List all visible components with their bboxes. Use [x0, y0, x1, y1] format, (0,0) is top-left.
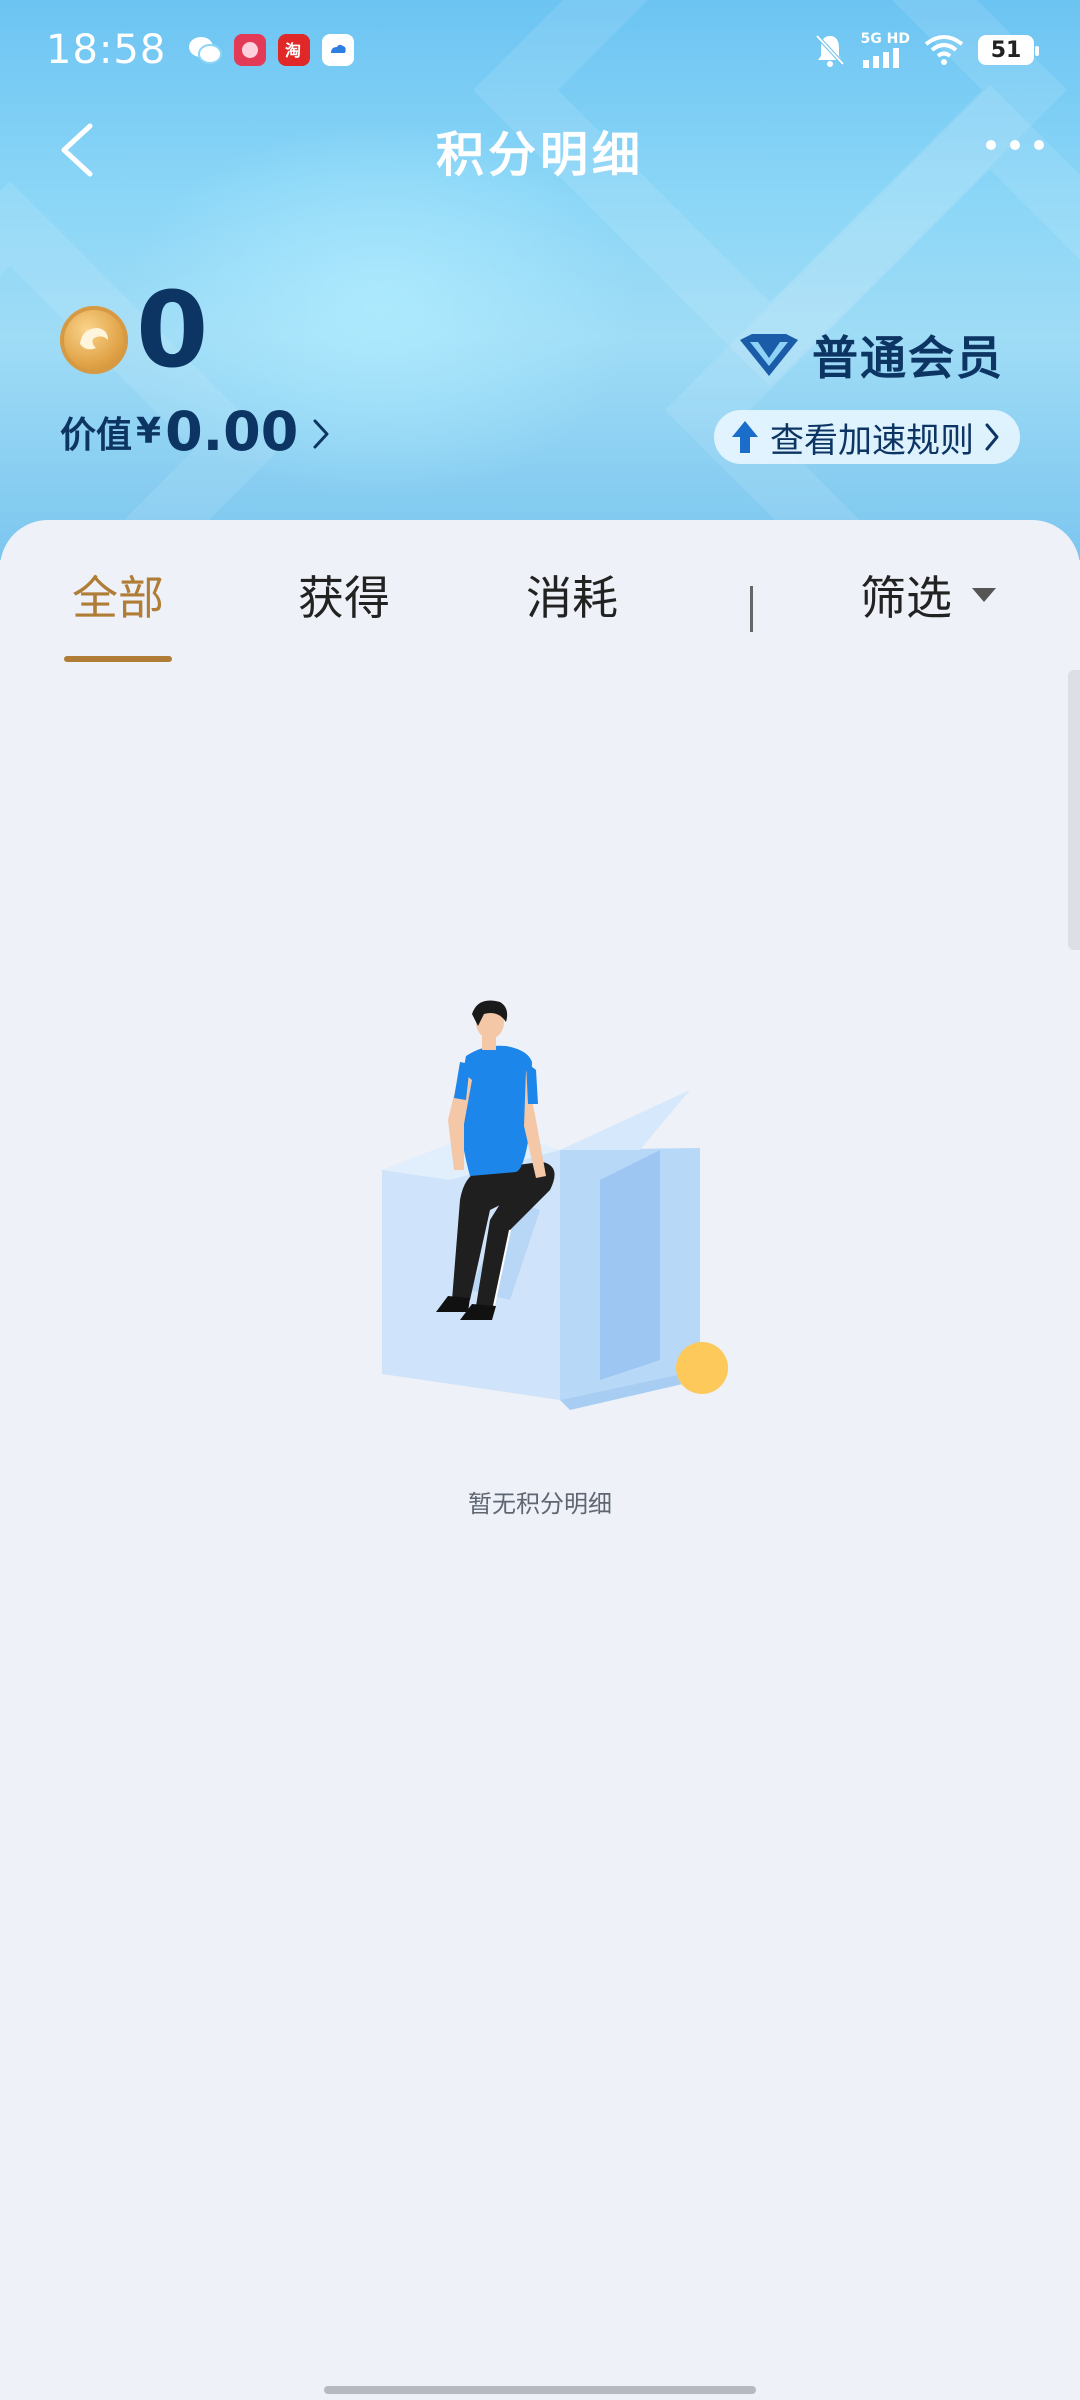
- chevron-right-icon: [985, 423, 999, 451]
- chevron-left-icon: [61, 123, 93, 177]
- status-right: 5G HD 51: [813, 32, 1039, 68]
- caret-down-icon: [972, 588, 996, 602]
- back-button[interactable]: [46, 120, 106, 180]
- chevron-right-icon: [313, 419, 329, 448]
- wifi-icon: [924, 35, 964, 65]
- currency-symbol: ¥: [136, 411, 162, 452]
- tab-bar: 全部 获得 消耗 筛选: [0, 548, 1080, 662]
- signal-icon: [862, 48, 899, 68]
- status-app-icons: 淘: [188, 34, 355, 66]
- mute-bell-icon: [815, 34, 845, 67]
- nav-bar: 积分明细: [0, 100, 1080, 200]
- status-bar: 18:58 淘 5G HD 51: [0, 0, 1080, 100]
- coin-icon: [60, 306, 128, 374]
- page-title: 积分明细: [435, 127, 644, 183]
- member-level: 普通会员: [736, 322, 1004, 388]
- speed-rules-label: 查看加速规则: [770, 420, 974, 461]
- active-tab-indicator: [64, 656, 172, 662]
- home-indicator[interactable]: [324, 2386, 756, 2394]
- points-summary: 0: [60, 278, 208, 382]
- worth-label: 价值: [60, 414, 133, 456]
- speed-rules-button[interactable]: 查看加速规则: [714, 410, 1020, 464]
- tab-spent[interactable]: 消耗: [526, 562, 618, 628]
- tab-divider: [750, 586, 753, 632]
- content-card: 全部 获得 消耗 筛选: [0, 520, 1080, 2400]
- svg-text:淘: 淘: [285, 41, 301, 60]
- taobao-icon: 淘: [278, 34, 311, 66]
- network-label: 5G HD: [860, 31, 910, 47]
- app-red-icon: [234, 34, 267, 66]
- member-level-label: 普通会员: [812, 331, 1004, 385]
- empty-state-illustration: [382, 1000, 728, 1410]
- more-dots-icon: [986, 140, 996, 150]
- points-worth[interactable]: 价值 ¥ 0.00: [60, 400, 330, 463]
- empty-state-text: 暂无积分明细: [468, 1490, 612, 1518]
- up-arrow-icon: [732, 421, 758, 453]
- filter-button[interactable]: 筛选: [860, 562, 998, 628]
- filter-label: 筛选: [860, 571, 952, 625]
- tab-earned[interactable]: 获得: [298, 562, 390, 628]
- worth-amount: 0.00: [165, 400, 299, 463]
- battery-icon: 51: [978, 35, 1039, 65]
- points-value: 0: [136, 269, 209, 391]
- tab-all[interactable]: 全部: [72, 562, 164, 628]
- more-button[interactable]: [986, 130, 1044, 160]
- signal-group: 5G HD: [861, 32, 910, 68]
- scrollbar[interactable]: [1068, 670, 1080, 950]
- wechat-icon: [189, 37, 223, 64]
- status-time: 18:58: [46, 27, 167, 73]
- diamond-icon: [740, 334, 798, 376]
- app-cloud-icon: [322, 34, 355, 66]
